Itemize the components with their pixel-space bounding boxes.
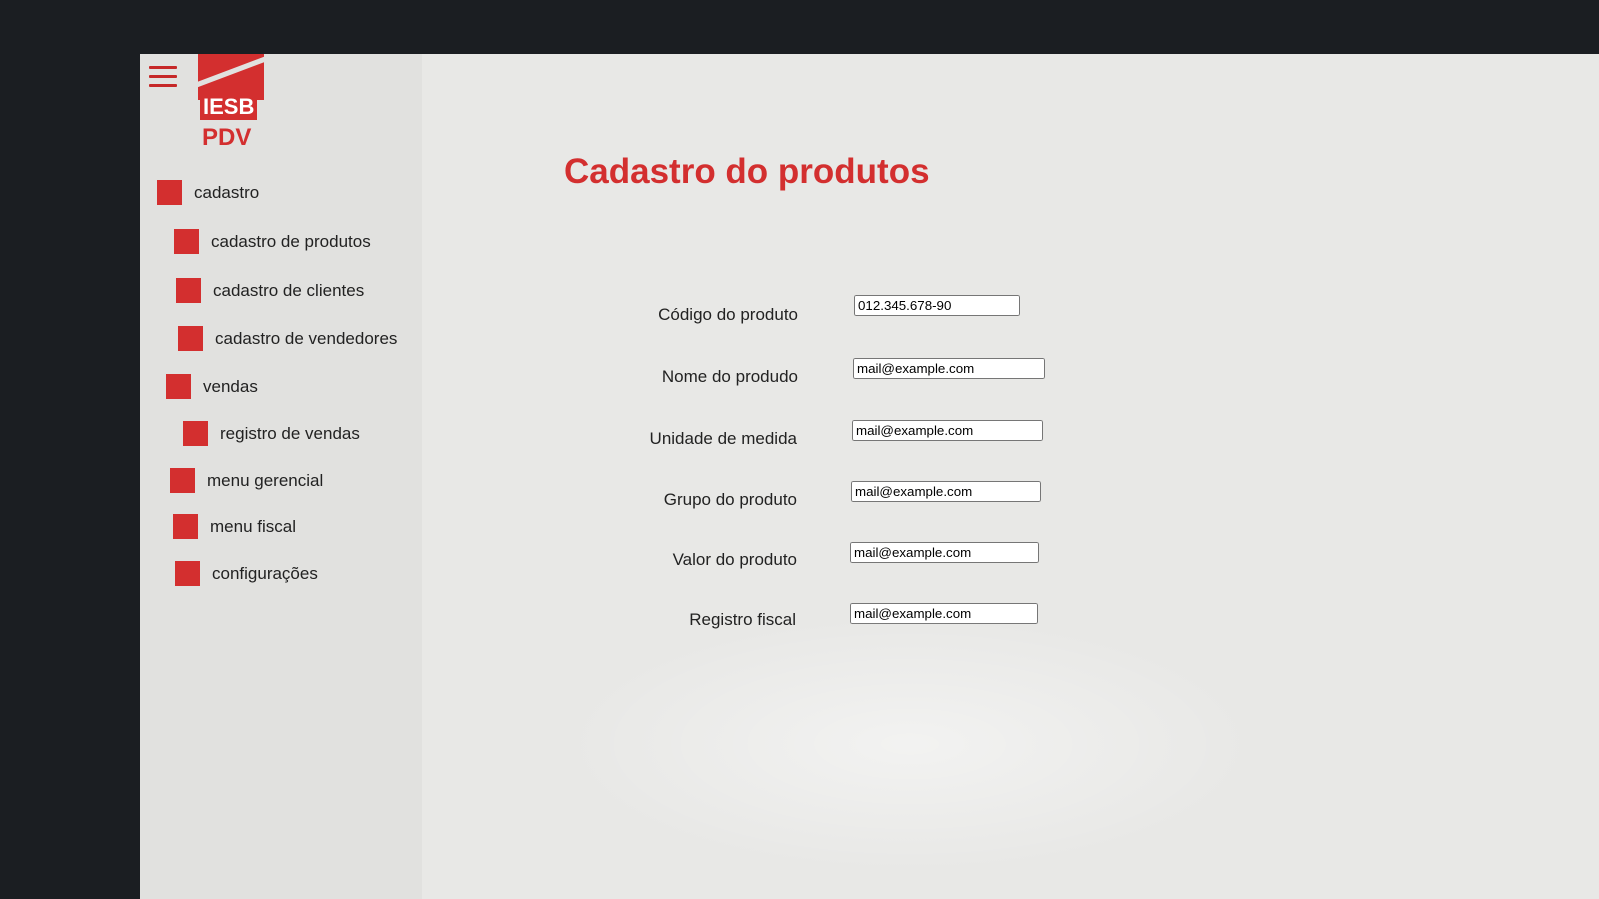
field-label: Nome do produdo (661, 367, 798, 386)
sidebar-item-label: registro de vendas (220, 423, 360, 443)
sidebar-item-label: cadastro (194, 182, 260, 202)
screen-glare (560, 614, 1260, 874)
field-label: Valor do produto (672, 550, 797, 569)
menu-square-icon (157, 180, 182, 205)
sidebar-item-cadastro-de-clientes[interactable]: cadastro de clientes (176, 278, 364, 303)
field-label: Unidade de medida (649, 429, 797, 448)
grupo-produto-input[interactable] (851, 481, 1041, 502)
sidebar-item-menu-fiscal[interactable]: menu fiscal (173, 514, 296, 539)
sidebar-item-label: configurações (212, 563, 318, 583)
menu-square-icon (174, 229, 199, 254)
sidebar-item-label: cadastro de vendedores (215, 328, 398, 348)
sidebar-item-configuracoes[interactable]: configurações (175, 561, 318, 586)
form-row-grupo: Grupo do produto (535, 480, 797, 520)
logo: IESB PDV (198, 54, 268, 154)
field-label: Grupo do produto (663, 490, 797, 509)
menu-square-icon (175, 561, 200, 586)
hamburger-menu-icon[interactable] (149, 66, 177, 88)
valor-produto-input[interactable] (850, 542, 1039, 563)
form-row-codigo: Código do produto (536, 295, 798, 335)
sidebar-item-cadastro-de-vendedores[interactable]: cadastro de vendedores (178, 326, 397, 351)
sidebar-item-vendas[interactable]: vendas (166, 374, 258, 399)
sidebar-item-cadastro[interactable]: cadastro (157, 180, 259, 205)
sidebar: IESB PDV cadastro cadastro de produtos c… (140, 54, 422, 899)
field-label: Registro fiscal (689, 610, 796, 629)
form-row-registro: Registro fiscal (534, 600, 796, 640)
unidade-medida-input[interactable] (852, 420, 1043, 441)
registro-fiscal-input[interactable] (850, 603, 1038, 624)
sidebar-item-label: menu fiscal (210, 516, 296, 536)
form-row-valor: Valor do produto (535, 540, 797, 580)
app-window: IESB PDV cadastro cadastro de produtos c… (140, 54, 1599, 899)
form-row-unidade: Unidade de medida (535, 419, 797, 459)
sidebar-item-menu-gerencial[interactable]: menu gerencial (170, 468, 323, 493)
sidebar-item-label: vendas (203, 376, 258, 396)
nome-produto-input[interactable] (853, 358, 1045, 379)
sidebar-item-cadastro-de-produtos[interactable]: cadastro de produtos (174, 229, 371, 254)
sidebar-item-label: cadastro de produtos (211, 231, 371, 251)
codigo-produto-input[interactable] (854, 295, 1020, 316)
menu-square-icon (183, 421, 208, 446)
menu-square-icon (173, 514, 198, 539)
field-label: Código do produto (658, 305, 798, 324)
logo-subtitle: PDV (202, 124, 252, 151)
menu-square-icon (170, 468, 195, 493)
sidebar-item-registro-de-vendas[interactable]: registro de vendas (183, 421, 360, 446)
menu-square-icon (178, 326, 203, 351)
page-title: Cadastro do produtos (564, 152, 930, 191)
menu-square-icon (176, 278, 201, 303)
menu-square-icon (166, 374, 191, 399)
sidebar-item-label: cadastro de clientes (213, 280, 365, 300)
sidebar-item-label: menu gerencial (207, 470, 324, 490)
logo-text: IESB (200, 94, 258, 120)
form-row-nome: Nome do produdo (536, 357, 798, 397)
